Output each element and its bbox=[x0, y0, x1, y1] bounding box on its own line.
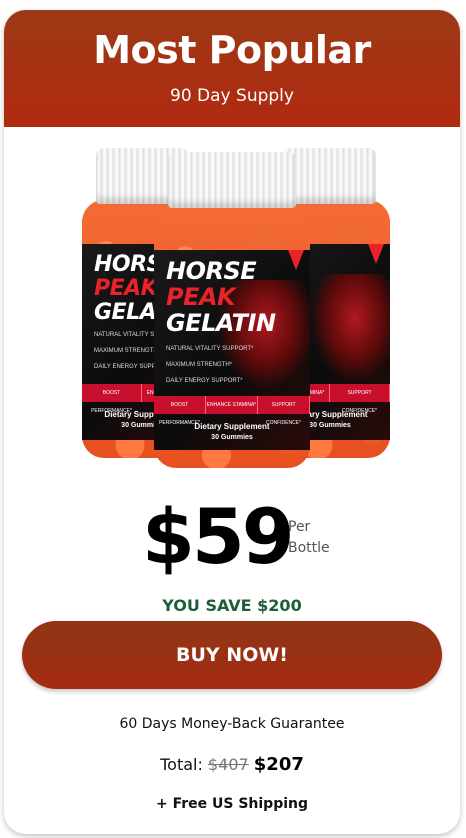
price-value: $59 bbox=[142, 492, 295, 581]
product-image: HORSE PEAK GELATIN NATURAL VITALITY SUPP… bbox=[74, 138, 394, 468]
buy-now-button[interactable]: BUY NOW! bbox=[22, 621, 442, 689]
shipping-text: + Free US Shipping bbox=[155, 796, 309, 812]
offer-header: Most Popular 90 Day Supply bbox=[4, 10, 460, 127]
total-label: Total: bbox=[160, 755, 203, 774]
guarantee-text: 60 Days Money-Back Guarantee bbox=[119, 716, 345, 732]
offer-card: Most Popular 90 Day Supply HORSE PEAK GE… bbox=[4, 10, 460, 834]
bottle-front: HORSE PEAK GELATIN NATURAL VITALITY SUPP… bbox=[154, 152, 310, 468]
total-new-price: $207 bbox=[253, 754, 304, 775]
offer-subtitle: 90 Day Supply bbox=[170, 86, 294, 106]
total-old-price: $407 bbox=[207, 755, 249, 774]
per-bottle-label: Per Bottle bbox=[288, 519, 330, 556]
savings-text: YOU SAVE $200 bbox=[162, 596, 302, 615]
offer-title: Most Popular bbox=[93, 28, 371, 72]
total-price: Total: $407 $207 bbox=[4, 754, 460, 775]
